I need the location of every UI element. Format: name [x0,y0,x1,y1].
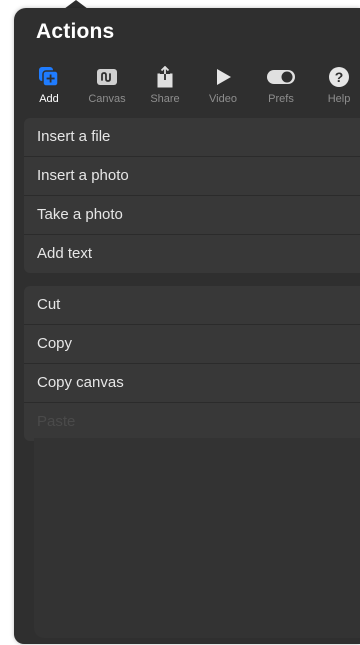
canvas-icon [96,66,118,88]
tab-canvas[interactable]: Canvas [78,62,136,112]
take-photo-item[interactable]: Take a photo [24,196,360,235]
copy-canvas-item[interactable]: Copy canvas [24,364,360,403]
tab-prefs-label: Prefs [268,93,294,105]
copy-item[interactable]: Copy [24,325,360,364]
cut-item[interactable]: Cut [24,286,360,325]
tab-share[interactable]: Share [136,62,194,112]
tab-share-label: Share [150,93,180,105]
add-text-item[interactable]: Add text [24,235,360,273]
add-actions-list: Insert a file Insert a photo Take a phot… [24,118,360,273]
share-icon [154,66,176,88]
video-play-icon [212,66,234,88]
tab-prefs[interactable]: Prefs [252,62,310,112]
tab-help-label: Help [327,93,351,105]
insert-file-item[interactable]: Insert a file [24,118,360,157]
empty-panel-area [34,438,360,638]
tab-help[interactable]: ? Help [310,62,360,112]
panel-title: Actions [36,20,115,43]
tab-add-label: Add [39,93,59,105]
svg-text:?: ? [335,69,344,85]
tab-video[interactable]: Video [194,62,252,112]
paste-item: Paste [37,413,76,430]
add-icon [38,66,60,88]
toggle-icon [266,66,296,88]
edit-actions-list: Cut Copy Copy canvas Paste [24,286,360,441]
help-icon: ? [328,66,350,88]
actions-tab-bar: Add Canvas Share Video Prefs ? Help [20,62,360,112]
tab-video-label: Video [209,93,237,105]
insert-photo-item[interactable]: Insert a photo [24,157,360,196]
tab-canvas-label: Canvas [88,93,126,105]
tab-add[interactable]: Add [20,62,78,112]
actions-panel: Actions Add Canvas Share Video Prefs ? H… [14,8,360,644]
